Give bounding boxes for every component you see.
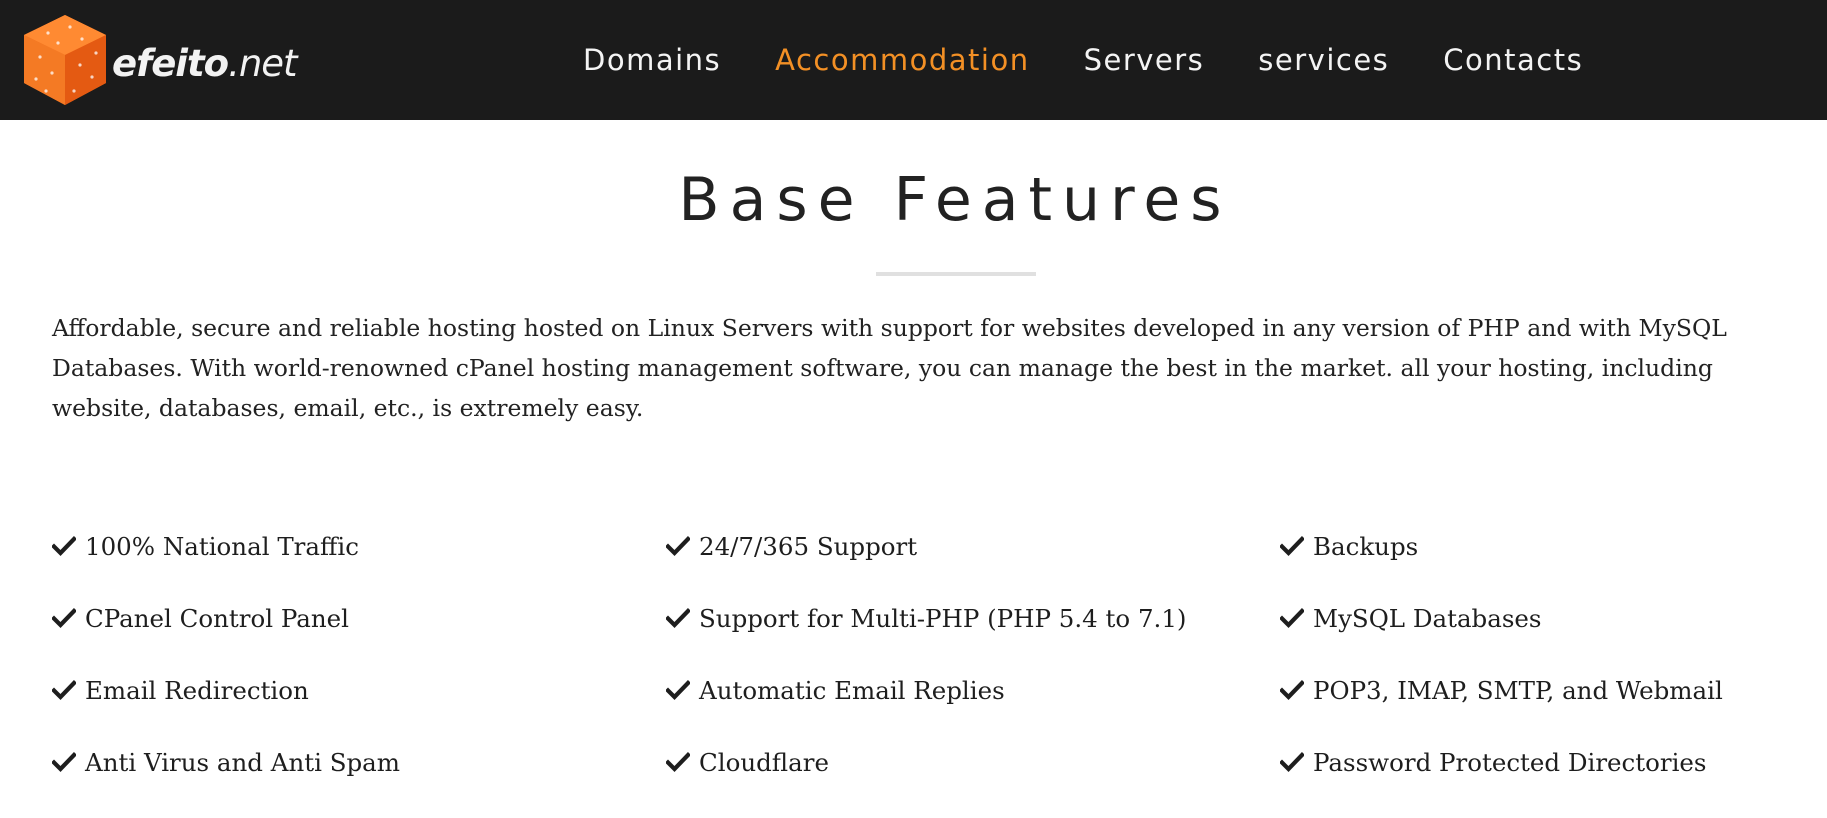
top-navigation-bar: efeito.net Domains Accommodation Servers… — [0, 0, 1827, 120]
logo-text-light: .net — [228, 41, 297, 85]
nav-item-accommodation[interactable]: Accommodation — [775, 43, 1029, 77]
check-icon — [52, 680, 76, 700]
feature-label: Cloudflare — [699, 747, 829, 777]
feature-label: Backups — [1313, 531, 1419, 561]
feature-item: Backups — [1280, 526, 1812, 566]
feature-item: Email Redirection — [52, 670, 666, 710]
feature-item: 24/7/365 Support — [666, 526, 1280, 566]
feature-label: Support for Multi-PHP (PHP 5.4 to 7.1) — [699, 603, 1187, 633]
feature-label: Password Protected Directories — [1313, 747, 1707, 777]
check-icon — [1280, 752, 1304, 772]
check-icon — [52, 536, 76, 556]
title-divider — [876, 272, 1036, 276]
feature-label: CPanel Control Panel — [85, 603, 349, 633]
feature-item: MySQL Databases — [1280, 598, 1812, 638]
feature-item: Automatic Email Replies — [666, 670, 1280, 710]
intro-paragraph: Affordable, secure and reliable hosting … — [52, 314, 1727, 422]
feature-label: POP3, IMAP, SMTP, and Webmail — [1313, 675, 1723, 705]
feature-label: 24/7/365 Support — [699, 531, 918, 561]
check-icon — [666, 752, 690, 772]
check-icon — [52, 752, 76, 772]
feature-label: 100% National Traffic — [85, 531, 359, 561]
feature-item: Anti Virus and Anti Spam — [52, 742, 666, 782]
orange-cube-logo-icon — [24, 15, 106, 105]
features-list: 100% National Traffic 24/7/365 Support B… — [52, 526, 1812, 814]
feature-label: Automatic Email Replies — [699, 675, 1005, 705]
logo-wordmark: efeito.net — [112, 41, 298, 85]
feature-label: Email Redirection — [85, 675, 309, 705]
feature-item: Password Protected Directories — [1280, 742, 1812, 782]
check-icon — [1280, 608, 1304, 628]
check-icon — [666, 608, 690, 628]
feature-label: MySQL Databases — [1313, 603, 1542, 633]
logo-text-strong: efeito — [112, 41, 229, 85]
feature-item: CPanel Control Panel — [52, 598, 666, 638]
nav-item-contacts[interactable]: Contacts — [1443, 43, 1583, 77]
page-title: Base Features — [678, 165, 1232, 235]
site-logo-link[interactable]: efeito.net — [18, 14, 298, 106]
check-icon — [666, 536, 690, 556]
nav-item-services[interactable]: services — [1258, 43, 1389, 77]
nav-item-servers[interactable]: Servers — [1084, 43, 1205, 77]
check-icon — [666, 680, 690, 700]
main-nav: Domains Accommodation Servers services C… — [556, 0, 1610, 120]
check-icon — [52, 608, 76, 628]
feature-item: POP3, IMAP, SMTP, and Webmail — [1280, 670, 1812, 710]
feature-item: Support for Multi-PHP (PHP 5.4 to 7.1) — [666, 598, 1280, 638]
nav-item-domains[interactable]: Domains — [583, 43, 721, 77]
feature-item: 100% National Traffic — [52, 526, 666, 566]
feature-item: Cloudflare — [666, 742, 1280, 782]
check-icon — [1280, 680, 1304, 700]
feature-label: Anti Virus and Anti Spam — [85, 747, 400, 777]
check-icon — [1280, 536, 1304, 556]
